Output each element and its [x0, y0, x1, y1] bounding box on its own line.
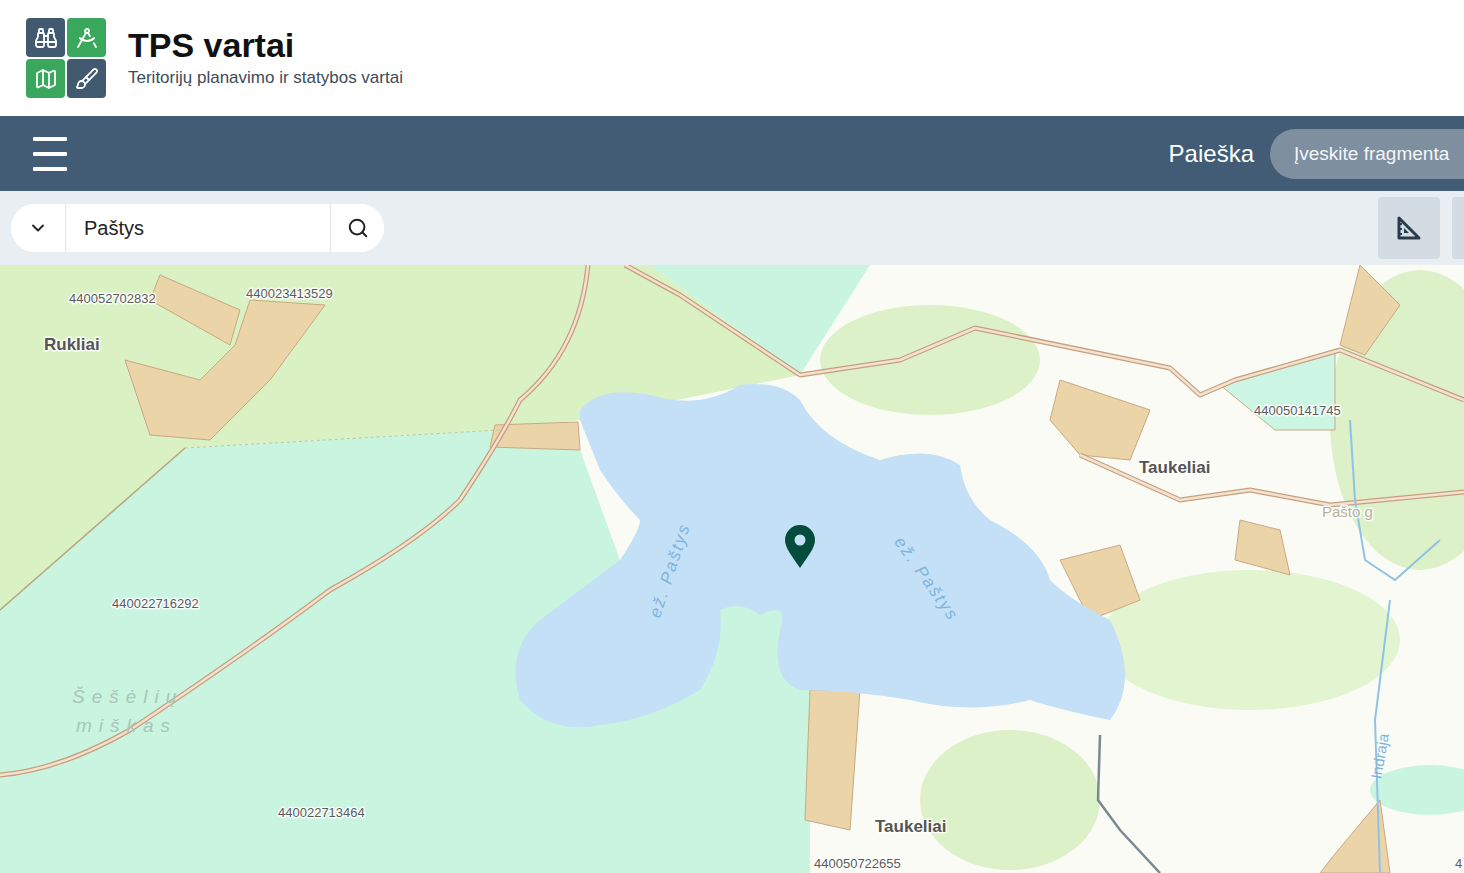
nav-search-label: Paieška: [1169, 140, 1254, 168]
logo-tile: [67, 59, 106, 98]
forest-label: Šešėlių: [72, 686, 183, 707]
parcel-label: 4: [1455, 856, 1462, 871]
logo-tile: [26, 59, 65, 98]
forest-label: miškas: [76, 715, 177, 736]
parcel: [805, 690, 860, 830]
parcel-label: 440023413529: [246, 286, 333, 301]
parcel-label: 440050722655: [814, 856, 901, 871]
river: [1350, 420, 1440, 873]
header: TPS vartai Teritorijų planavimo ir statyb…: [0, 0, 1464, 116]
location-pin-icon[interactable]: [785, 525, 815, 568]
parcel: [150, 275, 240, 345]
nav-search: Paieška Įveskite fragmenta: [1169, 129, 1464, 179]
chevron-down-icon: [28, 218, 48, 238]
parcel: [1340, 265, 1400, 355]
road: [625, 265, 1464, 400]
parcel: [1050, 380, 1150, 460]
parcel: [1220, 352, 1335, 430]
lake-label: ež. Paštys: [890, 533, 962, 625]
place-label: Rukliai: [44, 335, 100, 354]
map[interactable]: 440052702832 440023413529 440050141745 4400…: [0, 265, 1464, 873]
search-button[interactable]: [330, 204, 384, 252]
site-subtitle: Teritorijų planavimo ir statybos vartai: [128, 68, 403, 88]
parcel-label: 440022716292: [112, 596, 199, 611]
road: [1080, 455, 1464, 505]
map-canvas[interactable]: 440052702832 440023413529 440050141745 4400…: [0, 265, 1464, 873]
tool-button[interactable]: [1452, 197, 1464, 259]
trowel-icon: [75, 67, 99, 91]
binoculars-icon: [34, 26, 58, 50]
place-label: Taukeliai: [875, 817, 947, 836]
logo-tile: [26, 18, 65, 57]
nav-search-input[interactable]: Įveskite fragmenta: [1270, 129, 1464, 179]
compass-icon: [75, 26, 99, 50]
river-label: Indraja: [1367, 731, 1392, 780]
map-tools: [1378, 197, 1464, 259]
map-toolbar: Paštys: [0, 191, 1464, 265]
ruler-triangle-icon: [1395, 214, 1423, 242]
parcel-label: 440022713464: [278, 805, 365, 820]
page: TPS vartai Teritorijų planavimo ir statyb…: [0, 0, 1464, 873]
logo-tile: [67, 18, 106, 57]
parcel-label: 440052702832: [69, 291, 156, 306]
map-search: Paštys: [11, 204, 384, 252]
place-label: Taukeliai: [1139, 458, 1211, 477]
map-search-input[interactable]: Paštys: [66, 204, 330, 252]
navbar: Paieška Įveskite fragmenta: [0, 116, 1464, 191]
road: [0, 265, 588, 775]
menu-icon[interactable]: [33, 137, 69, 171]
street-label: Pašto g: [1322, 503, 1373, 520]
river: [1098, 735, 1160, 873]
search-type-dropdown[interactable]: [11, 204, 66, 252]
parcel: [1235, 520, 1290, 575]
map-icon: [34, 67, 58, 91]
header-titles: TPS vartai Teritorijų planavimo ir statyb…: [128, 28, 403, 88]
search-icon: [347, 217, 369, 239]
parcel-label: 440050141745: [1254, 403, 1341, 418]
lake: [516, 384, 1126, 727]
lake-label: ež. Paštys: [646, 521, 694, 620]
site-title: TPS vartai: [128, 28, 403, 64]
logo[interactable]: [26, 18, 106, 98]
measure-button[interactable]: [1378, 197, 1440, 259]
